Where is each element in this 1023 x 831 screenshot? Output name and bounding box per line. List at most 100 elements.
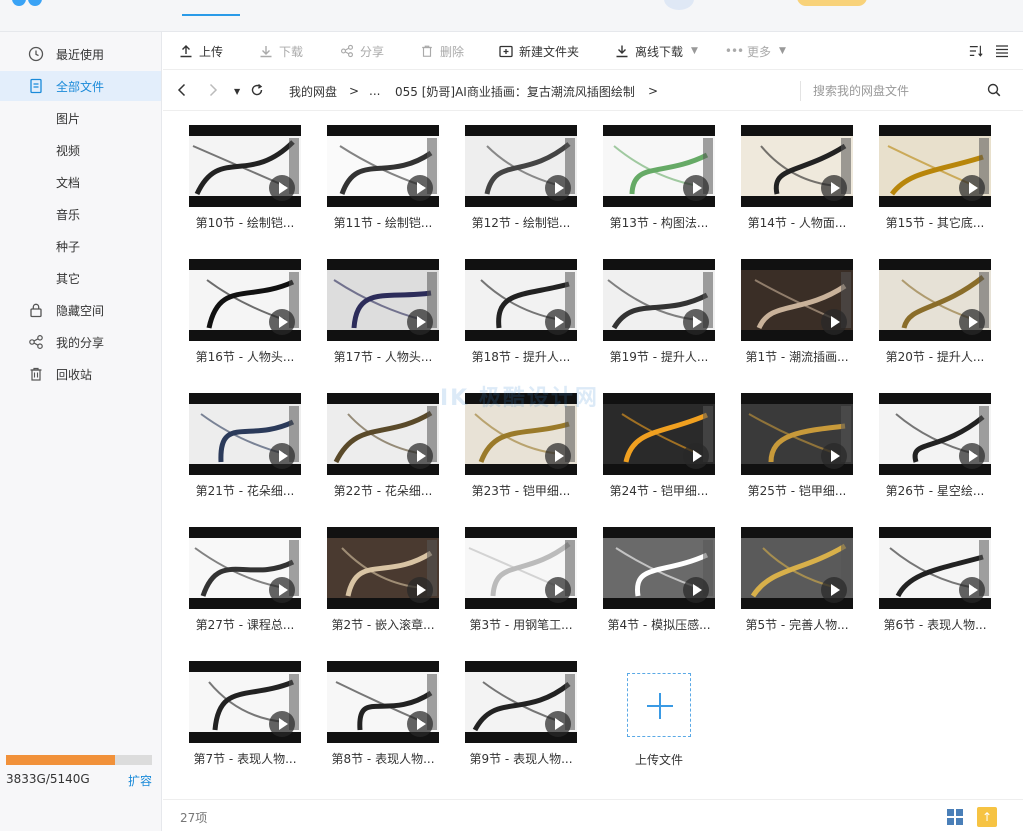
sidebar-item-torrents[interactable]: 种子 [0, 231, 161, 261]
sidebar-item-label: 最近使用 [56, 47, 105, 62]
more-button[interactable]: ••• 更多 ▼ [725, 32, 786, 70]
sort-button[interactable] [969, 32, 989, 70]
sidebar-item-images[interactable]: 图片 [0, 103, 161, 133]
file-tile[interactable]: 第3节 - 用钢笔工... [465, 514, 577, 632]
back-button[interactable] [177, 71, 187, 111]
download-icon [259, 44, 273, 58]
file-name: 第5节 - 完善人物... [745, 618, 849, 632]
breadcrumb-current[interactable]: 055 [奶哥]AI商业插画：复古潮流风插图绘制 [395, 71, 635, 111]
search-input[interactable] [813, 79, 983, 103]
file-tile[interactable]: 第8节 - 表现人物... [327, 648, 439, 766]
offline-download-button[interactable]: 离线下载 ▼ [615, 32, 698, 70]
file-tile[interactable]: 第5节 - 完善人物... [741, 514, 853, 632]
sidebar-item-recycle-bin[interactable]: 回收站 [0, 359, 161, 389]
play-icon [959, 175, 985, 201]
divider [800, 81, 801, 101]
file-name: 第20节 - 提升人... [885, 350, 985, 364]
play-icon [683, 309, 709, 335]
delete-button[interactable]: 删除 [420, 32, 464, 70]
expand-storage-link[interactable]: 扩容 [128, 772, 152, 789]
file-tile[interactable]: 第15节 - 其它底... [879, 112, 991, 230]
list-view-button[interactable] [995, 32, 1015, 70]
file-tile[interactable]: 第11节 - 绘制铠... [327, 112, 439, 230]
file-tile[interactable]: 第26节 - 星空绘... [879, 380, 991, 498]
sidebar-item-recent[interactable]: 最近使用 [0, 39, 161, 69]
share-button[interactable]: 分享 [340, 32, 384, 70]
file-tile[interactable]: 第19节 - 提升人... [603, 246, 715, 364]
file-name: 第17节 - 人物头... [333, 350, 433, 364]
sidebar-item-videos[interactable]: 视频 [0, 135, 161, 165]
file-tile[interactable]: 第10节 - 绘制铠... [189, 112, 301, 230]
sidebar-item-other[interactable]: 其它 [0, 263, 161, 293]
file-name: 第23节 - 铠甲细... [471, 484, 571, 498]
breadcrumb-separator: > [349, 84, 360, 98]
download-button[interactable]: 下载 [259, 32, 303, 70]
file-tile[interactable]: 第24节 - 铠甲细... [603, 380, 715, 498]
file-tile[interactable]: 第14节 - 人物面... [741, 112, 853, 230]
sidebar-item-label: 文档 [56, 175, 81, 190]
file-tile[interactable]: 第17节 - 人物头... [327, 246, 439, 364]
file-name: 第16节 - 人物头... [195, 350, 295, 364]
file-name: 第24节 - 铠甲细... [609, 484, 709, 498]
forward-button[interactable] [208, 71, 218, 111]
file-name: 第26节 - 星空绘... [885, 484, 985, 498]
new-folder-button[interactable]: 新建文件夹 [499, 32, 579, 70]
play-icon [269, 443, 295, 469]
sidebar-item-label: 视频 [56, 143, 81, 158]
file-tile[interactable]: 第9节 - 表现人物... [465, 648, 577, 766]
refresh-icon [250, 83, 264, 100]
video-thumbnail [741, 393, 853, 475]
file-tile[interactable]: 第22节 - 花朵细... [327, 380, 439, 498]
file-tile[interactable]: 第16节 - 人物头... [189, 246, 301, 364]
file-tile[interactable]: 第4节 - 模拟压感... [603, 514, 715, 632]
sidebar-item-music[interactable]: 音乐 [0, 199, 161, 229]
storage-usage-text: 3833G/5140G [6, 772, 90, 786]
play-icon [407, 711, 433, 737]
search-button[interactable] [987, 71, 1001, 111]
upload-button[interactable]: 上传 [179, 32, 223, 70]
file-name: 第18节 - 提升人... [471, 350, 571, 364]
file-tile[interactable]: 第20节 - 提升人... [879, 246, 991, 364]
video-thumbnail [879, 125, 991, 207]
upload-label: 上传 [199, 44, 224, 59]
sidebar-item-all-files[interactable]: 全部文件 [0, 71, 161, 101]
video-thumbnail [603, 527, 715, 609]
refresh-button[interactable] [250, 71, 264, 111]
file-name: 第25节 - 铠甲细... [747, 484, 847, 498]
file-name: 第11节 - 绘制铠... [333, 216, 433, 230]
sidebar-item-my-shares[interactable]: 我的分享 [0, 327, 161, 357]
breadcrumb-root[interactable]: 我的网盘 [289, 71, 337, 111]
upload-file-label: 上传文件 [634, 753, 683, 767]
video-thumbnail [327, 125, 439, 207]
file-tile[interactable]: 第6节 - 表现人物... [879, 514, 991, 632]
file-name: 第8节 - 表现人物... [331, 752, 435, 766]
play-icon [269, 577, 295, 603]
file-name: 第2节 - 嵌入滚章... [331, 618, 435, 632]
file-tile[interactable]: 第1节 - 潮流插画... [741, 246, 853, 364]
search-icon [987, 83, 1001, 100]
file-tile[interactable]: 第21节 - 花朵细... [189, 380, 301, 498]
upload-file-tile[interactable] [627, 673, 691, 737]
file-tile[interactable]: 第12节 - 绘制铠... [465, 112, 577, 230]
video-thumbnail [465, 125, 577, 207]
chevron-down-icon: ▼ [779, 46, 786, 56]
file-tile[interactable]: 第2节 - 嵌入滚章... [327, 514, 439, 632]
sidebar-item-documents[interactable]: 文档 [0, 167, 161, 197]
sidebar-item-label: 音乐 [56, 207, 81, 222]
file-tile[interactable]: 第27节 - 课程总... [189, 514, 301, 632]
sidebar-item-hidden-space[interactable]: 隐藏空间 [0, 295, 161, 325]
file-tile[interactable]: 第7节 - 表现人物... [189, 648, 301, 766]
file-name: 第4节 - 模拟压感... [607, 618, 711, 632]
file-tile[interactable]: 第18节 - 提升人... [465, 246, 577, 364]
play-icon [407, 175, 433, 201]
grid-view-icon[interactable] [947, 809, 963, 825]
play-icon [959, 443, 985, 469]
history-dropdown[interactable]: ▼ [234, 71, 240, 111]
transfer-icon[interactable]: ↑ [977, 807, 997, 827]
breadcrumb-ellipsis[interactable]: ... [369, 71, 380, 111]
vip-badge[interactable] [797, 0, 867, 6]
file-tile[interactable]: 第13节 - 构图法... [603, 112, 715, 230]
avatar[interactable] [664, 0, 694, 10]
file-tile[interactable]: 第25节 - 铠甲细... [741, 380, 853, 498]
video-thumbnail [189, 527, 301, 609]
